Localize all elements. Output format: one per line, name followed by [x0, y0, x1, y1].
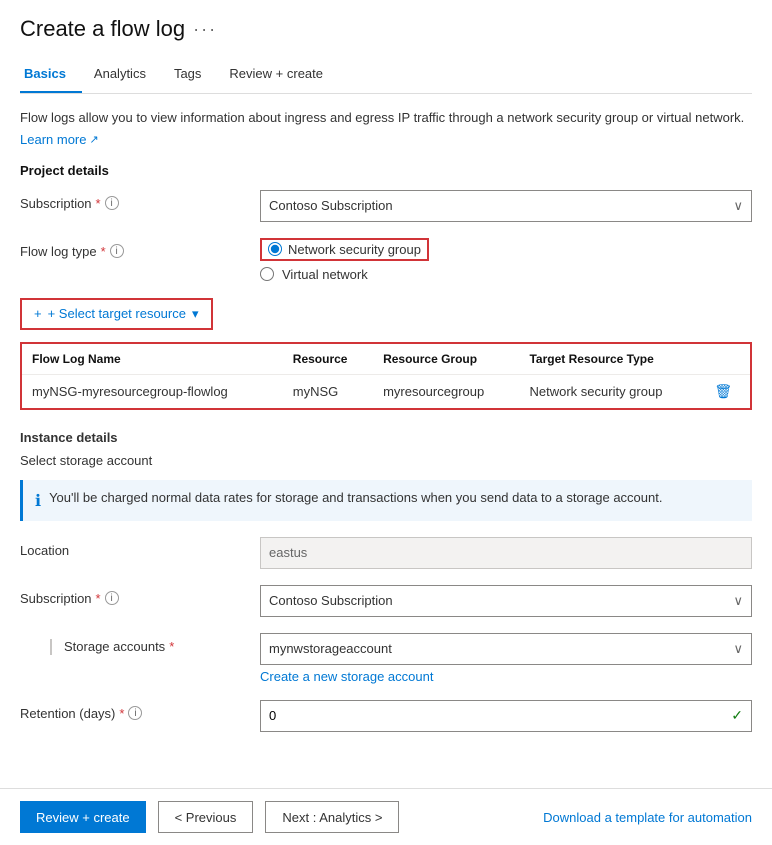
location-label: Location: [20, 543, 69, 558]
project-details-header: Project details: [20, 163, 752, 178]
col-resource: Resource: [283, 344, 373, 375]
cell-flow-log-name: myNSG-myresourcegroup-flowlog: [22, 374, 283, 408]
external-link-icon: ↗: [89, 133, 98, 146]
storage-accounts-dropdown[interactable]: mynwstorageaccount ∨: [260, 633, 752, 665]
flow-log-type-required: *: [101, 244, 106, 259]
learn-more-link[interactable]: Learn more ↗: [20, 132, 752, 147]
tab-review-create[interactable]: Review + create: [225, 58, 339, 93]
select-target-resource-label: + Select target resource: [48, 306, 186, 321]
create-storage-account-link[interactable]: Create a new storage account: [260, 669, 752, 684]
storage-accounts-row: Storage accounts * mynwstorageaccount ∨ …: [20, 633, 752, 684]
subscription-required: *: [96, 196, 101, 211]
subscription-label: Subscription: [20, 196, 92, 211]
instance-subscription-required: *: [96, 591, 101, 606]
radio-vnet-label: Virtual network: [282, 267, 368, 282]
info-banner-icon: ℹ: [35, 491, 41, 511]
page-title-ellipsis: ···: [193, 19, 217, 40]
storage-accounts-chevron-icon: ∨: [733, 641, 743, 657]
radio-vnet[interactable]: Virtual network: [260, 267, 752, 282]
flow-log-type-info-icon[interactable]: i: [110, 244, 124, 258]
footer-bar: Review + create < Previous Next : Analyt…: [0, 788, 772, 845]
retention-input-wrapper: ✓: [260, 700, 752, 732]
download-template-link[interactable]: Download a template for automation: [543, 810, 752, 825]
radio-nsg-input[interactable]: [268, 242, 282, 256]
tab-basics[interactable]: Basics: [20, 58, 82, 93]
col-target-resource-type: Target Resource Type: [519, 344, 704, 375]
previous-button[interactable]: < Previous: [158, 801, 254, 833]
retention-required: *: [119, 706, 124, 721]
instance-details-header: Instance details: [20, 430, 752, 445]
storage-accounts-label: Storage accounts: [64, 639, 165, 654]
col-flow-log-name: Flow Log Name: [22, 344, 283, 375]
subscription-info-icon[interactable]: i: [105, 196, 119, 210]
tab-bar: Basics Analytics Tags Review + create: [20, 58, 752, 94]
storage-accounts-required: *: [169, 639, 174, 654]
instance-subscription-dropdown[interactable]: Contoso Subscription ∨: [260, 585, 752, 617]
flow-log-type-radio-group: Network security group Virtual network: [260, 238, 752, 282]
retention-row: Retention (days) * i ✓: [20, 700, 752, 732]
subscription-dropdown[interactable]: Contoso Subscription ∨: [260, 190, 752, 222]
select-storage-account-label: Select storage account: [20, 453, 752, 468]
plus-icon: +: [34, 306, 42, 321]
location-row: Location eastus: [20, 537, 752, 569]
table-header-row: Flow Log Name Resource Resource Group Ta…: [22, 344, 750, 375]
retention-info-icon[interactable]: i: [128, 706, 142, 720]
retention-label: Retention (days): [20, 706, 115, 721]
instance-subscription-row: Subscription * i Contoso Subscription ∨: [20, 585, 752, 617]
cell-resource-group: myresourcegroup: [373, 374, 519, 408]
instance-subscription-chevron-icon: ∨: [733, 593, 743, 609]
subscription-row: Subscription * i Contoso Subscription ∨: [20, 190, 752, 222]
flow-log-type-label: Flow log type: [20, 244, 97, 259]
radio-nsg-label: Network security group: [288, 242, 421, 257]
select-target-resource-button[interactable]: + + Select target resource ▾: [20, 298, 213, 330]
delete-row-icon[interactable]: 🗑: [714, 383, 732, 399]
review-create-button[interactable]: Review + create: [20, 801, 146, 833]
subscription-chevron-icon: ∨: [733, 198, 743, 214]
info-description: Flow logs allow you to view information …: [20, 108, 752, 128]
next-analytics-button[interactable]: Next : Analytics >: [265, 801, 399, 833]
cell-delete[interactable]: 🗑: [704, 374, 750, 408]
tab-analytics[interactable]: Analytics: [90, 58, 162, 93]
col-resource-group: Resource Group: [373, 344, 519, 375]
cell-target-resource-type: Network security group: [519, 374, 704, 408]
instance-subscription-info-icon[interactable]: i: [105, 591, 119, 605]
radio-vnet-input[interactable]: [260, 267, 274, 281]
resource-table-wrapper: Flow Log Name Resource Resource Group Ta…: [20, 342, 752, 410]
location-input: eastus: [260, 537, 752, 569]
table-row: myNSG-myresourcegroup-flowlog myNSG myre…: [22, 374, 750, 408]
resource-table: Flow Log Name Resource Resource Group Ta…: [22, 344, 750, 408]
target-resource-chevron-icon: ▾: [192, 306, 199, 322]
col-actions: [704, 344, 750, 375]
retention-input[interactable]: [261, 701, 723, 731]
storage-info-banner: ℹ You'll be charged normal data rates fo…: [20, 480, 752, 521]
info-banner-text: You'll be charged normal data rates for …: [49, 490, 662, 505]
cell-resource: myNSG: [283, 374, 373, 408]
flow-log-type-row: Flow log type * i Network security group…: [20, 238, 752, 282]
radio-nsg[interactable]: Network security group: [260, 238, 752, 261]
retention-checkmark-icon: ✓: [723, 707, 751, 724]
tab-tags[interactable]: Tags: [170, 58, 217, 93]
instance-subscription-label: Subscription: [20, 591, 92, 606]
page-title: Create a flow log: [20, 16, 185, 42]
